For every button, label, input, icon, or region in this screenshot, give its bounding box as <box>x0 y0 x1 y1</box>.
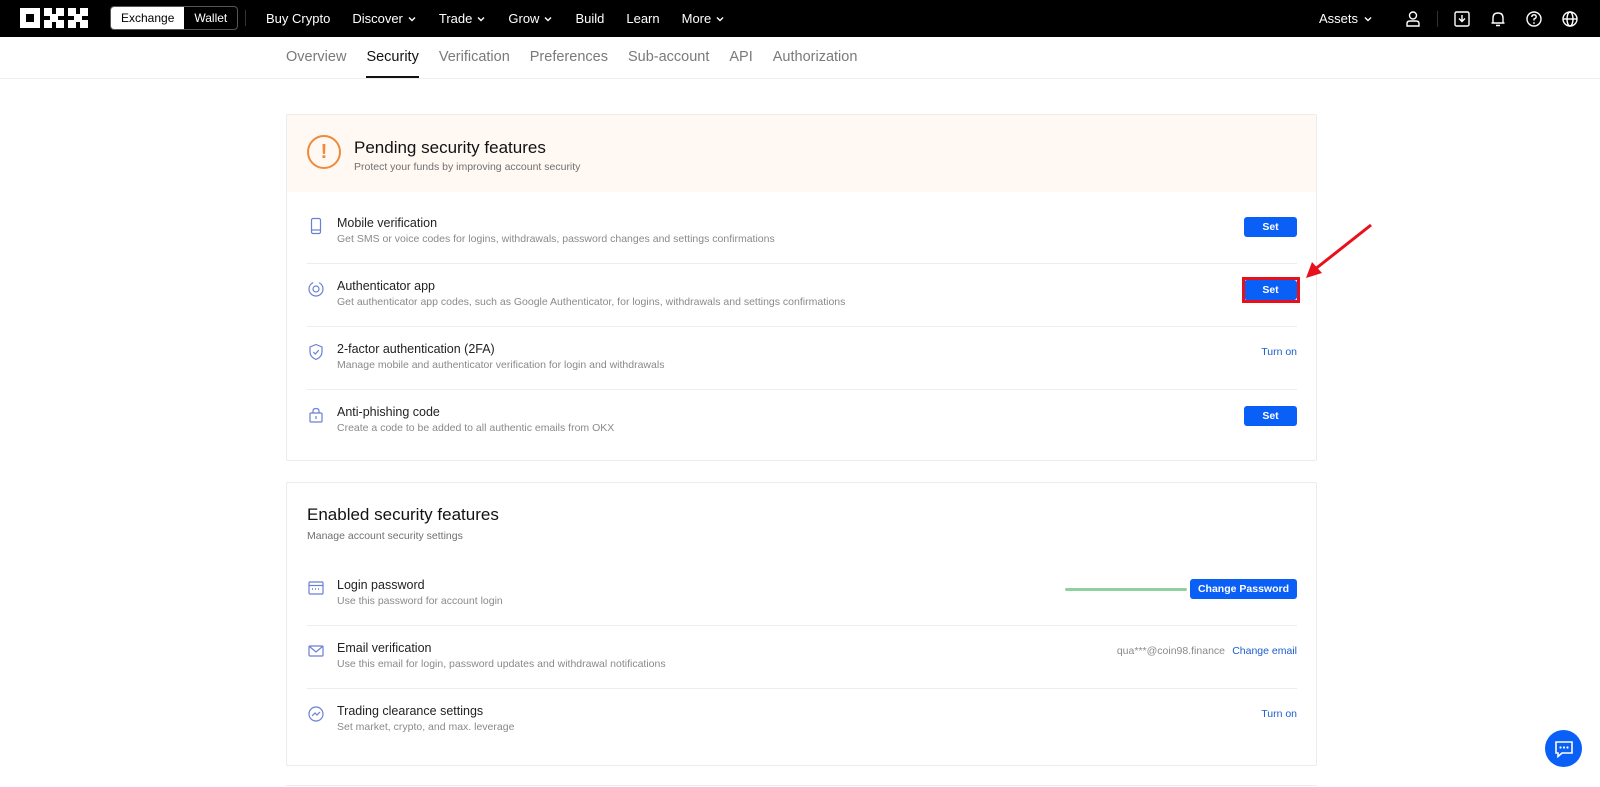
user-icon[interactable] <box>1395 0 1431 37</box>
change-email-link[interactable]: Change email <box>1232 645 1297 657</box>
next-card-edge <box>286 785 1317 786</box>
authenticator-icon <box>307 280 327 300</box>
trading-icon <box>307 705 327 725</box>
divider <box>245 10 246 26</box>
tab-sub-account[interactable]: Sub-account <box>628 37 709 79</box>
row-2fa: 2-factor authentication (2FA) Manage mob… <box>307 339 1297 403</box>
nav-more[interactable]: More <box>682 11 726 26</box>
mail-icon <box>307 642 327 662</box>
row-divider <box>307 326 1297 327</box>
chevron-down-icon <box>477 16 485 21</box>
row-mobile-verification: Mobile verification Get SMS or voice cod… <box>307 213 1297 277</box>
chat-support-button[interactable] <box>1545 730 1582 767</box>
shield-icon <box>307 343 327 363</box>
chat-icon <box>1554 740 1573 758</box>
tab-security[interactable]: Security <box>366 37 420 79</box>
row-anti-phishing: Anti-phishing code Create a code to be a… <box>307 402 1297 466</box>
nav-grow[interactable]: Grow <box>508 11 553 26</box>
exchange-tab[interactable]: Exchange <box>111 7 185 29</box>
enabled-title: Enabled security features <box>307 505 499 524</box>
password-strength-bar <box>1065 588 1187 591</box>
row-login-password: Login password Use this password for acc… <box>307 575 1297 639</box>
main-nav: Buy Crypto Discover Trade Grow Build Lea… <box>266 0 725 37</box>
chevron-down-icon <box>716 16 724 21</box>
tab-overview[interactable]: Overview <box>286 37 346 79</box>
pending-title: Pending security features <box>354 138 546 157</box>
chevron-down-icon <box>544 16 552 21</box>
chevron-down-icon <box>408 16 416 21</box>
row-email-verification: Email verification Use this email for lo… <box>307 638 1297 702</box>
2fa-turn-on-link[interactable]: Turn on <box>1261 346 1297 358</box>
divider <box>1437 10 1438 27</box>
right-nav: Assets <box>1319 0 1588 37</box>
tab-preferences[interactable]: Preferences <box>530 37 608 79</box>
row-divider <box>307 263 1297 264</box>
chevron-down-icon <box>1364 16 1372 21</box>
warning-icon: ! <box>307 135 341 169</box>
help-icon[interactable] <box>1516 0 1552 37</box>
assets-menu[interactable]: Assets <box>1319 11 1373 26</box>
row-divider <box>307 625 1297 626</box>
tab-authorization[interactable]: Authorization <box>773 37 858 79</box>
nav-buy-crypto[interactable]: Buy Crypto <box>266 11 330 26</box>
trading-turn-on-link[interactable]: Turn on <box>1261 708 1297 720</box>
top-navbar: Exchange Wallet Buy Crypto Discover Trad… <box>0 0 1600 37</box>
password-icon <box>307 579 327 599</box>
mobile-set-button[interactable]: Set <box>1244 217 1297 237</box>
nav-trade[interactable]: Trade <box>439 11 486 26</box>
bell-icon[interactable] <box>1480 0 1516 37</box>
enabled-subtitle: Manage account security settings <box>307 530 463 542</box>
nav-discover[interactable]: Discover <box>352 11 417 26</box>
tab-verification[interactable]: Verification <box>439 37 510 79</box>
anti-phishing-set-button[interactable]: Set <box>1244 406 1297 426</box>
enabled-security-card: Enabled security features Manage account… <box>286 482 1317 766</box>
exchange-wallet-toggle[interactable]: Exchange Wallet <box>110 6 239 30</box>
highlight-box <box>1242 277 1300 303</box>
row-authenticator-app: Authenticator app Get authenticator app … <box>307 276 1300 340</box>
tab-api[interactable]: API <box>729 37 752 79</box>
row-divider <box>307 389 1297 390</box>
account-subtabs: Overview Security Verification Preferenc… <box>0 37 1600 79</box>
change-password-button[interactable]: Change Password <box>1189 579 1297 599</box>
pending-subtitle: Protect your funds by improving account … <box>354 161 581 173</box>
row-divider <box>307 688 1297 689</box>
okx-logo[interactable] <box>20 8 88 28</box>
pending-security-card: ! Pending security features Protect your… <box>286 114 1317 461</box>
lock-icon <box>307 406 327 426</box>
pending-header: ! Pending security features Protect your… <box>287 115 1316 192</box>
wallet-tab[interactable]: Wallet <box>184 7 237 29</box>
annotation-arrow-icon <box>1306 223 1372 278</box>
masked-email: qua***@coin98.finance <box>1116 645 1225 657</box>
nav-learn[interactable]: Learn <box>626 11 659 26</box>
row-trading-clearance: Trading clearance settings Set market, c… <box>307 701 1297 765</box>
globe-icon[interactable] <box>1552 0 1588 37</box>
download-icon[interactable] <box>1444 0 1480 37</box>
nav-build[interactable]: Build <box>575 11 604 26</box>
phone-icon <box>307 217 327 237</box>
